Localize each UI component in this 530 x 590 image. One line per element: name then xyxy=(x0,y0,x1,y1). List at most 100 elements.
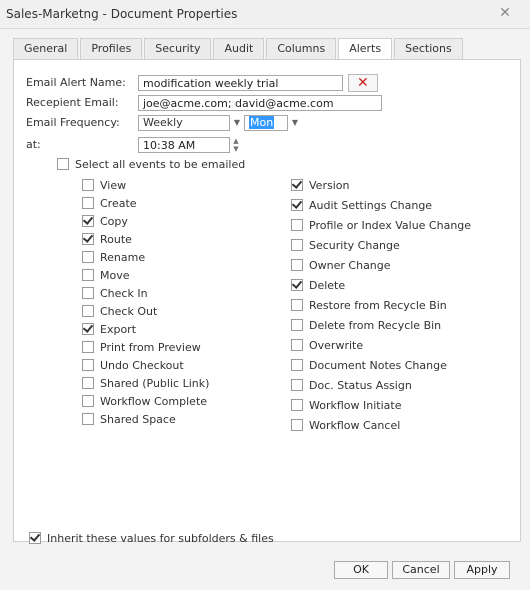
event-row[interactable]: Doc. Status Assign xyxy=(291,378,412,392)
inherit-checkbox[interactable] xyxy=(29,532,41,544)
event-label: Workflow Complete xyxy=(100,394,208,408)
event-checkbox[interactable] xyxy=(291,319,303,331)
event-checkbox[interactable] xyxy=(291,399,303,411)
event-row[interactable]: Print from Preview xyxy=(82,340,201,354)
event-checkbox[interactable] xyxy=(291,219,303,231)
title-bar: Sales-Marketng - Document Properties ✕ xyxy=(0,0,530,29)
clear-alert-button[interactable]: ✕ xyxy=(348,74,378,92)
event-row[interactable]: Restore from Recycle Bin xyxy=(291,298,447,312)
event-checkbox[interactable] xyxy=(82,413,94,425)
event-checkbox[interactable] xyxy=(82,269,94,281)
event-row[interactable]: Check Out xyxy=(82,304,157,318)
event-checkbox[interactable] xyxy=(291,239,303,251)
event-checkbox[interactable] xyxy=(291,199,303,211)
frequency-select[interactable]: Weekly xyxy=(138,115,230,131)
event-label: Rename xyxy=(100,250,146,264)
event-checkbox[interactable] xyxy=(82,197,94,209)
event-row[interactable]: Copy xyxy=(82,214,128,228)
event-row[interactable]: Owner Change xyxy=(291,258,391,272)
window-title: Sales-Marketng - Document Properties xyxy=(6,7,238,21)
event-checkbox[interactable] xyxy=(291,259,303,271)
event-label: Profile or Index Value Change xyxy=(309,218,472,232)
event-label: Copy xyxy=(100,214,128,228)
select-all-row[interactable]: Select all events to be emailed xyxy=(57,157,245,171)
event-row[interactable]: Delete from Recycle Bin xyxy=(291,318,441,332)
event-label: Delete xyxy=(309,278,346,292)
event-row[interactable]: Create xyxy=(82,196,137,210)
chevron-down-icon[interactable]: ▼ xyxy=(289,115,301,131)
event-row[interactable]: Workflow Complete xyxy=(82,394,207,408)
event-label: Doc. Status Assign xyxy=(309,378,412,392)
time-input[interactable]: 10:38 AM xyxy=(138,137,230,153)
event-row[interactable]: Check In xyxy=(82,286,148,300)
event-row[interactable]: Workflow Cancel xyxy=(291,418,400,432)
event-checkbox[interactable] xyxy=(291,359,303,371)
tab-columns[interactable]: Columns xyxy=(266,38,337,59)
event-row[interactable]: Delete xyxy=(291,278,345,292)
event-label: Check Out xyxy=(100,304,158,318)
event-label: Version xyxy=(309,178,350,192)
event-checkbox[interactable] xyxy=(82,377,94,389)
recipient-email-input[interactable]: joe@acme.com; david@acme.com xyxy=(138,95,382,111)
frequency-label: Email Frequency: xyxy=(26,116,120,129)
event-checkbox[interactable] xyxy=(82,251,94,263)
event-row[interactable]: Export xyxy=(82,322,136,336)
event-checkbox[interactable] xyxy=(82,305,94,317)
event-row[interactable]: Shared Space xyxy=(82,412,176,426)
event-label: Undo Checkout xyxy=(100,358,184,372)
event-row[interactable]: Profile or Index Value Change xyxy=(291,218,471,232)
event-row[interactable]: Rename xyxy=(82,250,145,264)
close-icon[interactable]: ✕ xyxy=(498,6,512,20)
event-checkbox[interactable] xyxy=(291,339,303,351)
tab-audit[interactable]: Audit xyxy=(213,38,265,59)
tab-sections[interactable]: Sections xyxy=(394,38,463,59)
inherit-row[interactable]: Inherit these values for subfolders & fi… xyxy=(29,531,274,545)
event-row[interactable]: Move xyxy=(82,268,130,282)
ok-button[interactable]: OK xyxy=(334,561,388,579)
event-checkbox[interactable] xyxy=(291,179,303,191)
tab-alerts[interactable]: Alerts xyxy=(338,38,393,60)
at-label: at: xyxy=(26,138,41,151)
event-label: Security Change xyxy=(309,238,400,252)
select-all-label: Select all events to be emailed xyxy=(75,157,246,171)
event-checkbox[interactable] xyxy=(82,287,94,299)
day-select[interactable]: Mon xyxy=(244,115,288,131)
event-label: Create xyxy=(100,196,137,210)
event-checkbox[interactable] xyxy=(291,419,303,431)
event-row[interactable]: Shared (Public Link) xyxy=(82,376,209,390)
event-checkbox[interactable] xyxy=(291,279,303,291)
event-checkbox[interactable] xyxy=(82,359,94,371)
event-row[interactable]: Version xyxy=(291,178,349,192)
event-row[interactable]: View xyxy=(82,178,126,192)
tab-general[interactable]: General xyxy=(13,38,79,59)
dialog-body: General Profiles Security Audit Columns … xyxy=(7,30,522,550)
event-row[interactable]: Workflow Initiate xyxy=(291,398,401,412)
event-label: Check In xyxy=(100,286,148,300)
time-spinner[interactable]: ▲ ▼ xyxy=(231,137,241,153)
event-row[interactable]: Document Notes Change xyxy=(291,358,447,372)
event-row[interactable]: Overwrite xyxy=(291,338,363,352)
event-row[interactable]: Undo Checkout xyxy=(82,358,184,372)
event-checkbox[interactable] xyxy=(82,341,94,353)
cancel-button[interactable]: Cancel xyxy=(392,561,450,579)
event-row[interactable]: Audit Settings Change xyxy=(291,198,432,212)
event-checkbox[interactable] xyxy=(82,395,94,407)
select-all-checkbox[interactable] xyxy=(57,158,69,170)
event-checkbox[interactable] xyxy=(82,233,94,245)
event-checkbox[interactable] xyxy=(82,215,94,227)
tab-security[interactable]: Security xyxy=(144,38,212,59)
event-label: Shared Space xyxy=(100,412,176,426)
event-label: Workflow Initiate xyxy=(309,398,402,412)
chevron-down-icon[interactable]: ▼ xyxy=(231,115,243,131)
event-row[interactable]: Security Change xyxy=(291,238,400,252)
apply-button[interactable]: Apply xyxy=(454,561,510,579)
event-row[interactable]: Route xyxy=(82,232,132,246)
event-checkbox[interactable] xyxy=(291,299,303,311)
event-label: Print from Preview xyxy=(100,340,201,354)
tab-profiles[interactable]: Profiles xyxy=(80,38,143,59)
event-checkbox[interactable] xyxy=(82,179,94,191)
event-label: Move xyxy=(100,268,130,282)
alert-name-input[interactable]: modification weekly trial xyxy=(138,75,343,91)
event-checkbox[interactable] xyxy=(291,379,303,391)
event-checkbox[interactable] xyxy=(82,323,94,335)
